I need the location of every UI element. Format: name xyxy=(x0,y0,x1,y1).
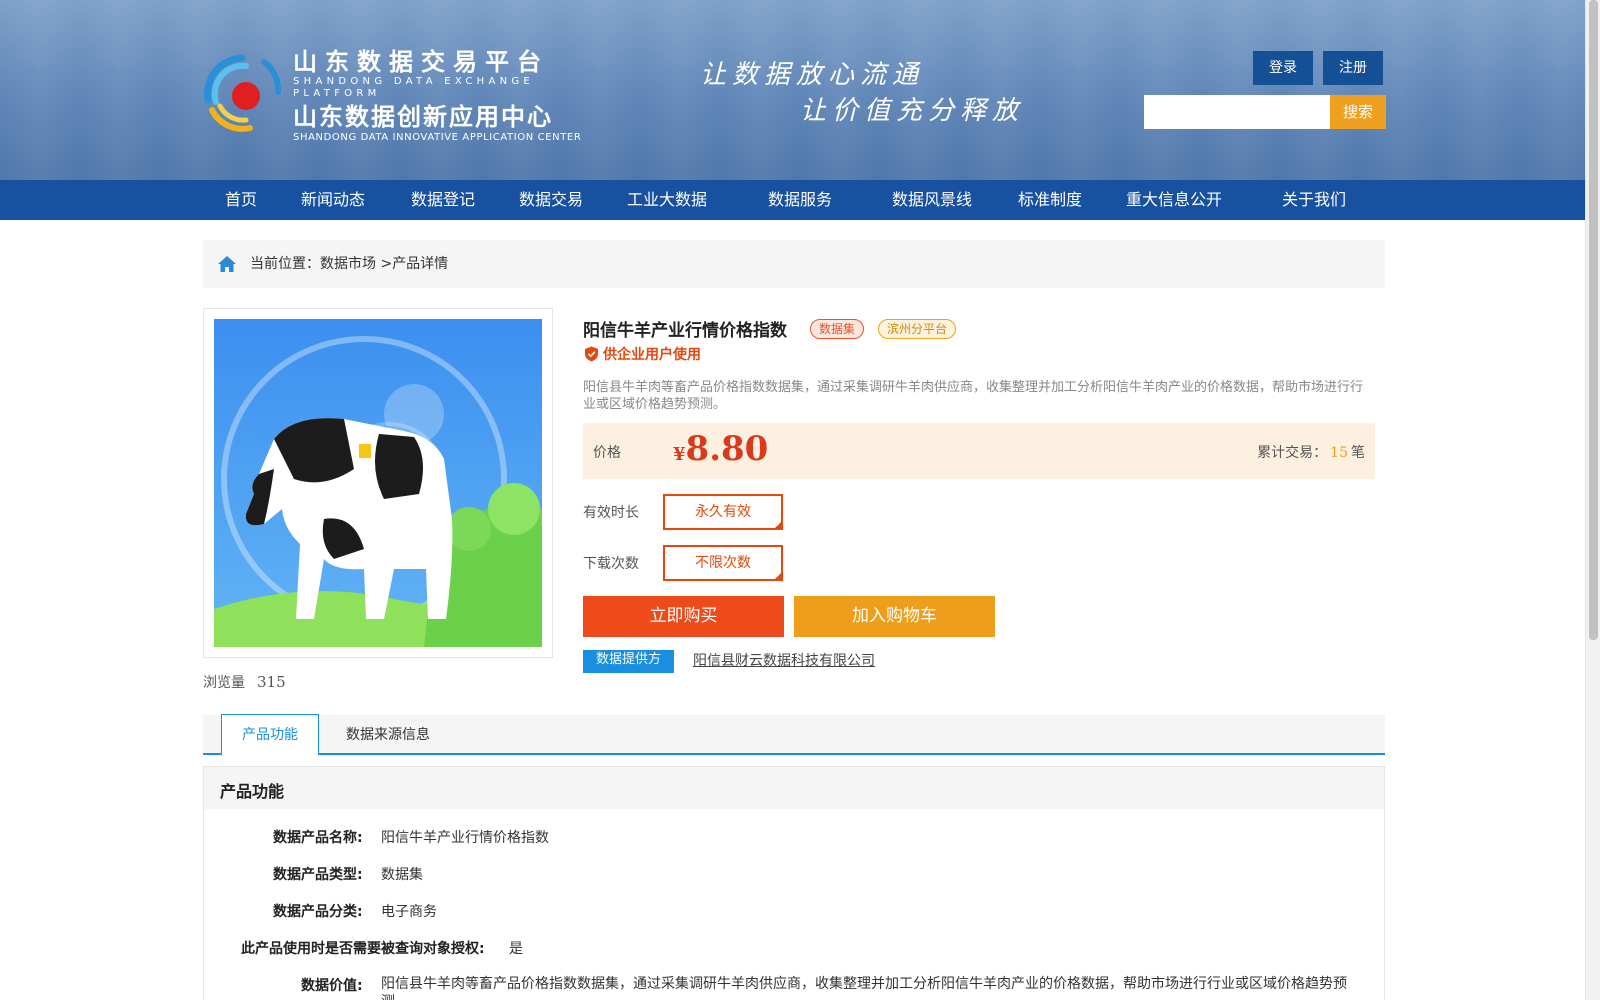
product-title: 阳信牛羊产业行情价格指数 xyxy=(583,321,787,341)
row-label-product-category: 数据产品分类: xyxy=(273,904,363,920)
shield-icon xyxy=(585,346,598,362)
logo-mark-icon xyxy=(204,54,282,132)
nav-item-industrial-big-data[interactable]: 工业大数据 xyxy=(627,180,707,220)
search-button[interactable]: 搜索 xyxy=(1330,95,1386,129)
function-header: 产品功能 xyxy=(204,767,1384,809)
currency-symbol: ¥ xyxy=(673,444,686,465)
downloads-label: 下载次数 xyxy=(583,556,639,572)
home-icon[interactable] xyxy=(217,254,237,274)
login-button[interactable]: 登录 xyxy=(1253,51,1313,85)
view-count: 浏览量 315 xyxy=(203,672,286,692)
slogan-line1: 让数据放心流通 xyxy=(700,60,925,90)
provider-link[interactable]: 阳信县财云数据科技有限公司 xyxy=(693,650,875,670)
price-amount: 8.80 xyxy=(685,429,769,469)
usage-note: 供企业用户使用 xyxy=(603,347,701,363)
function-section: 产品功能 数据产品名称: 阳信牛羊产业行情价格指数 数据产品类型: 数据集 数据… xyxy=(203,766,1385,1000)
page-scrollbar[interactable] xyxy=(1585,0,1600,1000)
logo-center-cn: 山东数据创新应用中心 xyxy=(293,103,553,131)
nav-item-news[interactable]: 新闻动态 xyxy=(301,180,365,220)
downloads-option-text: 不限次数 xyxy=(695,555,751,571)
selected-check-icon xyxy=(773,520,783,530)
logo-name-cn: 山东数据交易平台 xyxy=(293,48,549,76)
breadcrumb-product-detail: 产品详情 xyxy=(392,256,449,272)
view-count-value: 315 xyxy=(257,673,286,691)
scrollbar-thumb[interactable] xyxy=(1589,0,1598,640)
product-type-tag: 数据集 xyxy=(810,319,865,339)
nav-item-registration[interactable]: 数据登记 xyxy=(411,180,475,220)
nav-item-about[interactable]: 关于我们 xyxy=(1282,180,1346,220)
view-count-label: 浏览量 xyxy=(203,675,245,691)
product-image-frame xyxy=(203,308,553,658)
logo-name-en: SHANDONG DATA EXCHANGE PLATFORM xyxy=(293,76,535,99)
row-label-product-name: 数据产品名称: xyxy=(273,830,363,846)
add-to-cart-button[interactable]: 加入购物车 xyxy=(794,596,995,637)
downloads-option[interactable]: 不限次数 xyxy=(663,545,783,581)
platform-tag: 滨州分平台 xyxy=(878,319,957,339)
site-logo[interactable]: 山东数据交易平台 SHANDONG DATA EXCHANGE PLATFORM… xyxy=(200,48,590,143)
validity-option[interactable]: 永久有效 xyxy=(663,494,783,530)
row-label-authorization: 此产品使用时是否需要被查询对象授权: xyxy=(241,941,485,957)
price-value: ¥8.80 xyxy=(673,429,768,469)
product-image xyxy=(214,319,542,647)
nav-item-data-services[interactable]: 数据服务 xyxy=(768,180,832,220)
site-header: 山东数据交易平台 SHANDONG DATA EXCHANGE PLATFORM… xyxy=(0,0,1585,180)
detail-tabs: 产品功能 数据来源信息 xyxy=(203,714,1385,757)
trade-count-unit: 笔 xyxy=(1351,445,1365,461)
trade-count-value: 15 xyxy=(1330,445,1348,461)
tab-product-function[interactable]: 产品功能 xyxy=(221,714,319,756)
row-label-data-value: 数据价值: xyxy=(301,978,363,994)
price-label: 价格 xyxy=(593,445,621,461)
logo-center-en: SHANDONG DATA INNOVATIVE APPLICATION CEN… xyxy=(293,132,582,143)
breadcrumb-separator: > xyxy=(380,256,393,272)
nav-item-disclosure[interactable]: 重大信息公开 xyxy=(1126,180,1222,220)
function-title: 产品功能 xyxy=(220,782,285,801)
nav-item-data-landscape[interactable]: 数据风景线 xyxy=(892,180,972,220)
selected-check-icon xyxy=(773,571,783,581)
nav-item-standards[interactable]: 标准制度 xyxy=(1018,180,1082,220)
slogan-line2: 让价值充分释放 xyxy=(800,96,1025,126)
breadcrumb: 当前位置：数据市场 >产品详情 xyxy=(203,240,1385,288)
product-description: 阳信县牛羊肉等畜产品价格指数数据集，通过采集调研牛羊肉供应商，收集整理并加工分析… xyxy=(583,380,1364,412)
row-value-authorization: 是 xyxy=(509,941,523,957)
row-label-product-type: 数据产品类型: xyxy=(273,867,363,883)
row-value-product-name: 阳信牛羊产业行情价格指数 xyxy=(381,830,549,846)
trade-count-label: 累计交易： xyxy=(1257,445,1328,461)
row-value-product-category: 电子商务 xyxy=(381,904,437,920)
tab-data-source[interactable]: 数据来源信息 xyxy=(338,715,438,757)
row-value-data-value: 阳信县牛羊肉等畜产品价格指数数据集，通过采集调研牛羊肉供应商，收集整理并加工分析… xyxy=(381,976,1347,1000)
provider-tag: 数据提供方 xyxy=(583,650,674,673)
nav-item-trading[interactable]: 数据交易 xyxy=(519,180,583,220)
validity-option-text: 永久有效 xyxy=(695,504,751,520)
row-value-product-type: 数据集 xyxy=(381,867,423,883)
nav-item-home[interactable]: 首页 xyxy=(225,180,257,220)
breadcrumb-prefix: 当前位置： xyxy=(250,256,320,272)
breadcrumb-data-market[interactable]: 数据市场 xyxy=(320,256,376,272)
price-panel: 价格 ¥8.80 累计交易： 15 笔 xyxy=(583,423,1375,479)
buy-now-button[interactable]: 立即购买 xyxy=(583,596,784,637)
register-button[interactable]: 注册 xyxy=(1323,51,1383,85)
trade-count: 累计交易： 15 笔 xyxy=(1257,442,1365,462)
search-input[interactable] xyxy=(1144,95,1330,129)
validity-label: 有效时长 xyxy=(583,505,639,521)
main-nav: 首页 新闻动态 数据登记 数据交易 工业大数据 数据服务 数据风景线 标准制度 … xyxy=(0,180,1585,220)
